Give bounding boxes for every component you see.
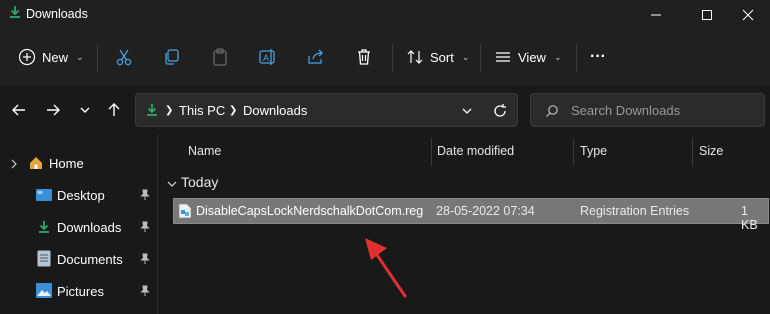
file-type: Registration Entries — [580, 204, 690, 218]
sidebar-item-downloads[interactable]: Downloads — [0, 213, 158, 241]
recent-locations-button[interactable] — [73, 98, 97, 122]
divider — [576, 44, 577, 72]
close-icon — [742, 9, 754, 21]
view-button[interactable]: View ⌄ — [494, 42, 562, 72]
search-placeholder: Search Downloads — [571, 103, 681, 118]
sidebar-item-label: Pictures — [57, 284, 104, 299]
sidebar-item-desktop[interactable]: Desktop — [0, 181, 158, 209]
title-bar: Downloads — [0, 0, 770, 30]
chevron-down-icon: ⌄ — [553, 51, 562, 62]
sidebar-item-label: Desktop — [57, 188, 105, 203]
divider — [392, 44, 393, 72]
scissors-icon — [116, 49, 132, 66]
documents-icon — [37, 250, 51, 267]
rename-icon: A — [259, 49, 275, 65]
file-size: 1 KB — [741, 204, 758, 232]
search-icon — [546, 105, 558, 117]
pin-icon[interactable] — [140, 189, 150, 201]
back-button[interactable] — [7, 98, 31, 122]
maximize-icon — [702, 10, 712, 20]
navigation-pane: Home Desktop Downloads Documents Picture… — [0, 134, 158, 314]
column-header-size[interactable]: Size — [699, 144, 723, 158]
new-label: New — [42, 49, 69, 65]
forward-button[interactable] — [41, 98, 65, 122]
share-button[interactable] — [306, 42, 326, 72]
address-bar[interactable]: ❯ This PC ❯ Downloads — [135, 93, 518, 127]
sidebar-item-label: Downloads — [57, 220, 122, 235]
more-icon: ··· — [590, 48, 606, 65]
pin-icon[interactable] — [140, 285, 150, 297]
minimize-button[interactable] — [633, 0, 679, 30]
sort-icon — [407, 50, 423, 64]
refresh-icon[interactable] — [492, 103, 508, 119]
arrow-up-icon — [108, 103, 120, 116]
breadcrumb-this-pc[interactable]: This PC — [179, 103, 225, 118]
svg-text:A: A — [263, 53, 269, 63]
pictures-icon — [36, 283, 52, 298]
cut-button[interactable] — [114, 42, 134, 72]
chevron-right-icon[interactable] — [10, 159, 18, 169]
chevron-down-icon: ⌄ — [76, 51, 84, 62]
column-divider[interactable] — [692, 138, 693, 166]
rename-button[interactable]: A — [258, 42, 278, 72]
sidebar-item-label: Documents — [57, 252, 123, 267]
view-icon — [496, 52, 510, 62]
sort-button[interactable]: Sort ⌄ — [406, 42, 469, 72]
plus-circle-icon — [18, 48, 36, 66]
red-arrow-annotation — [365, 238, 407, 298]
chevron-right-icon: ❯ — [165, 105, 174, 116]
column-header-name[interactable]: Name — [188, 144, 221, 158]
download-icon — [147, 104, 157, 116]
column-divider[interactable] — [573, 138, 574, 166]
chevron-down-icon[interactable] — [461, 105, 473, 117]
minimize-icon — [651, 14, 661, 16]
arrow-left-icon — [12, 104, 25, 116]
column-header-type[interactable]: Type — [580, 144, 607, 158]
maximize-button[interactable] — [684, 0, 730, 30]
download-icon — [39, 221, 49, 233]
search-input[interactable]: Search Downloads — [530, 93, 765, 127]
home-icon — [30, 157, 42, 169]
chevron-down-icon — [80, 107, 90, 113]
pin-icon[interactable] — [140, 253, 150, 265]
navigation-bar: ❯ This PC ❯ Downloads Search Downloads — [0, 86, 770, 134]
sidebar-item-pictures[interactable]: Pictures — [0, 277, 158, 305]
column-divider[interactable] — [431, 138, 432, 166]
download-icon — [10, 6, 20, 18]
copy-icon — [165, 49, 179, 65]
window-title: Downloads — [26, 7, 88, 21]
delete-button[interactable] — [354, 42, 374, 72]
up-button[interactable] — [102, 98, 126, 122]
chevron-down-icon[interactable] — [167, 180, 177, 188]
divider — [480, 44, 481, 72]
group-header-today[interactable]: Today — [181, 174, 218, 190]
sidebar-item-label: Home — [49, 156, 84, 171]
desktop-folder-icon — [36, 189, 52, 201]
share-icon — [308, 49, 323, 64]
sidebar-item-documents[interactable]: Documents — [0, 245, 158, 273]
divider — [97, 44, 98, 72]
breadcrumb-downloads[interactable]: Downloads — [243, 103, 307, 118]
arrow-right-icon — [47, 104, 60, 116]
copy-button[interactable] — [162, 42, 182, 72]
view-label: View — [518, 49, 546, 65]
registry-file-icon — [178, 203, 192, 219]
file-date: 28-05-2022 07:34 — [436, 204, 535, 218]
column-header-date[interactable]: Date modified — [437, 144, 514, 158]
new-button[interactable]: New ⌄ — [18, 42, 84, 72]
sort-label: Sort — [430, 49, 454, 65]
pin-icon[interactable] — [140, 221, 150, 233]
paste-button[interactable] — [210, 42, 230, 72]
trash-icon — [358, 49, 370, 65]
sidebar-item-home[interactable]: Home — [0, 149, 158, 177]
table-row[interactable]: DisableCapsLockNerdschalkDotCom.reg 28-0… — [173, 198, 769, 232]
command-bar: New ⌄ A Sort ⌄ View ⌄ ··· — [0, 30, 770, 86]
clipboard-icon — [213, 48, 227, 66]
chevron-right-icon: ❯ — [229, 105, 238, 116]
more-options-button[interactable]: ··· — [590, 42, 606, 72]
chevron-down-icon: ⌄ — [461, 51, 470, 62]
close-button[interactable] — [725, 0, 770, 30]
file-name: DisableCapsLockNerdschalkDotCom.reg — [196, 204, 424, 218]
file-list: Name Date modified Type Size Today Disab… — [159, 134, 770, 314]
